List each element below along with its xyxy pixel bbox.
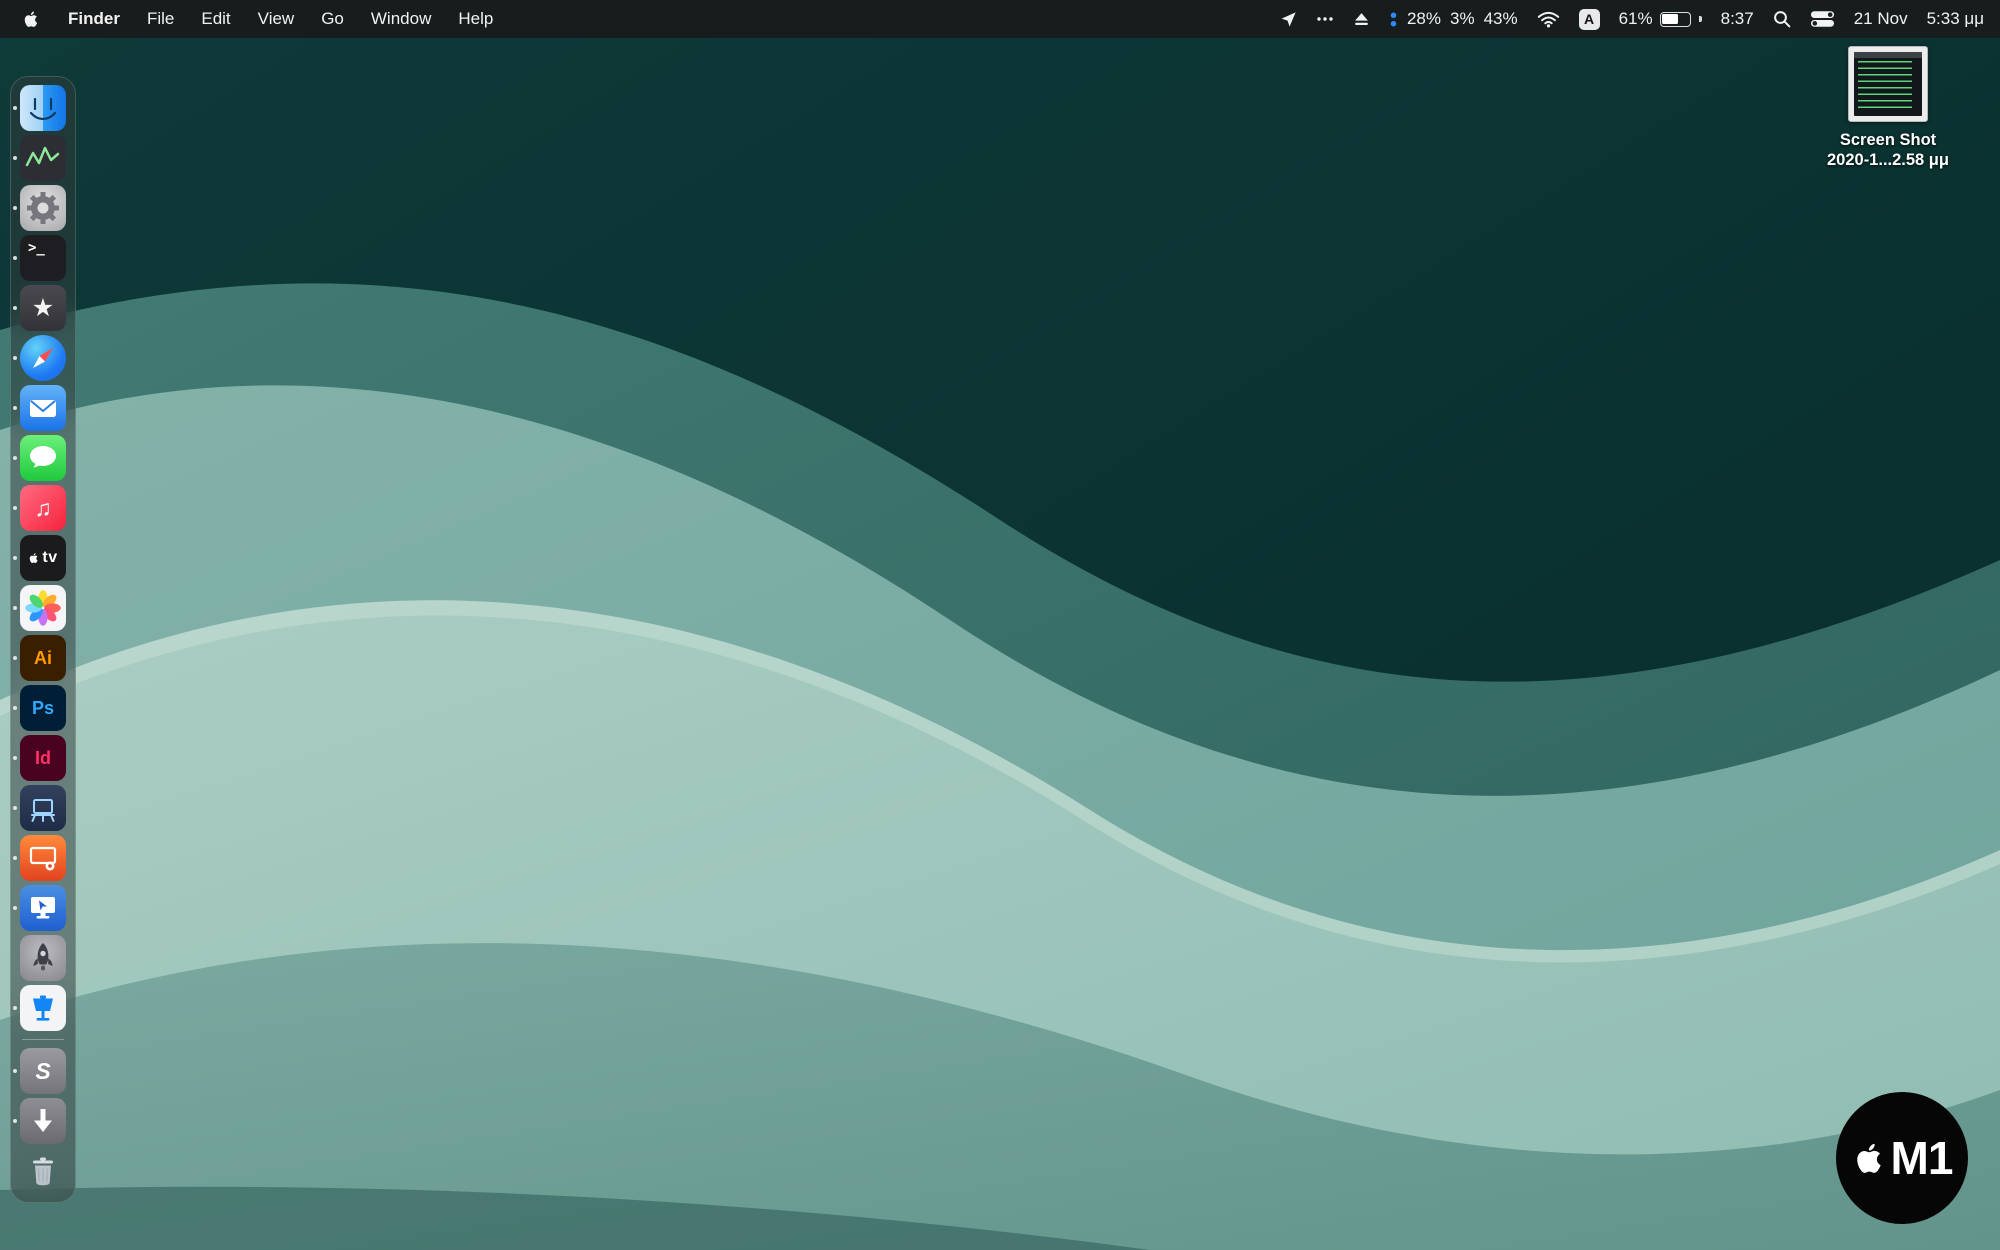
photoshop-glyph: Ps <box>32 698 54 719</box>
wifi-icon[interactable] <box>1537 10 1560 28</box>
music-note-glyph: ♫ <box>34 497 51 520</box>
finder-icon <box>20 85 66 131</box>
tv-glyph: tv <box>42 549 57 567</box>
apple-logo-badge-icon <box>1852 1137 1888 1179</box>
illustrator-icon: Ai <box>20 635 66 681</box>
apple-menu[interactable] <box>22 8 41 30</box>
dock-item-screen-recorder-app[interactable] <box>20 835 66 881</box>
menu-edit[interactable]: Edit <box>201 9 230 29</box>
screenshot-thumbnail-screen <box>1854 52 1922 116</box>
battery-icon <box>1660 12 1691 27</box>
dock-item-remote-desktop-app[interactable] <box>20 885 66 931</box>
terminal-prompt-glyph: >_ <box>28 240 45 256</box>
stats-dot-icon <box>1389 10 1398 29</box>
dock-item-launchpad[interactable] <box>20 935 66 981</box>
dock-item-mail[interactable] <box>20 385 66 431</box>
dock-separator <box>22 1039 64 1040</box>
battery-nub <box>1699 16 1702 22</box>
dock-item-activity-monitor[interactable] <box>20 135 66 181</box>
m1-wallpaper-badge: M1 <box>1836 1092 1968 1224</box>
m1-chip-text: M1 <box>1891 1131 1953 1185</box>
apple-logo-icon <box>22 8 41 30</box>
control-center-icon[interactable] <box>1810 10 1835 28</box>
dock-item-downloader-app[interactable] <box>20 1098 66 1144</box>
dock-item-blue-design-app[interactable] <box>20 785 66 831</box>
screenshot-thumbnail-text-lines <box>1858 61 1912 113</box>
dock-item-adobe-indesign[interactable]: Id <box>20 735 66 781</box>
menu-bar: Finder File Edit View Go Window Help 28%… <box>0 0 2000 38</box>
photos-flower-icon <box>20 585 66 631</box>
menu-bar-status: 28% 3% 43% A 61% 8:37 21 Nov 5:33 μμ <box>1280 9 1984 30</box>
battery-fill <box>1662 14 1678 24</box>
keynote-podium-icon <box>20 985 66 1031</box>
apple-tv-icon: tv <box>20 535 66 581</box>
activity-monitor-icon <box>20 135 66 181</box>
system-stats-menu[interactable]: 28% 3% 43% <box>1389 9 1518 29</box>
mail-envelope-icon <box>20 385 66 431</box>
desktop-file-label: Screen Shot 2020-1...2.58 μμ <box>1827 131 1949 171</box>
dock-item-music[interactable]: ♫ <box>20 485 66 531</box>
messages-bubble-icon <box>20 435 66 481</box>
desktop-file-label-line2: 2020-1...2.58 μμ <box>1827 151 1949 169</box>
battery-percent-text: 61% <box>1619 9 1653 29</box>
trash-bin-icon <box>20 1148 66 1194</box>
menu-help[interactable]: Help <box>458 9 493 29</box>
dock-item-photos[interactable] <box>20 585 66 631</box>
system-preferences-gear-icon <box>20 185 66 231</box>
cpu-stat: 28% <box>1407 9 1441 29</box>
screenshot-thumbnail <box>1848 46 1928 122</box>
blue-design-app-icon <box>20 785 66 831</box>
menu-app-name[interactable]: Finder <box>68 9 120 29</box>
overflow-status-icon[interactable] <box>1316 11 1334 27</box>
dock: >_ ★ ♫ tv <box>10 76 76 1203</box>
dock-item-s-logo-app[interactable]: S <box>20 1048 66 1094</box>
dock-item-terminal[interactable]: >_ <box>20 235 66 281</box>
dock-item-system-preferences[interactable] <box>20 185 66 231</box>
mem-stat: 43% <box>1484 9 1518 29</box>
dock-item-adobe-illustrator[interactable]: Ai <box>20 635 66 681</box>
desktop-file-label-line1: Screen Shot <box>1840 131 1936 149</box>
dock-item-messages[interactable] <box>20 435 66 481</box>
download-arrow-icon <box>20 1098 66 1144</box>
dock-item-trash[interactable] <box>20 1148 66 1194</box>
safari-compass-icon <box>20 335 66 381</box>
s-glyph: S <box>35 1058 50 1085</box>
date-text[interactable]: 21 Nov <box>1854 9 1908 29</box>
timer-text[interactable]: 8:37 <box>1721 9 1754 29</box>
star-glyph: ★ <box>32 296 54 321</box>
music-note-icon: ♫ <box>20 485 66 531</box>
dock-item-apple-tv[interactable]: tv <box>20 535 66 581</box>
eject-icon[interactable] <box>1353 11 1370 28</box>
desktop-wallpaper <box>0 0 2000 1250</box>
s-logo-app-icon: S <box>20 1048 66 1094</box>
menu-file[interactable]: File <box>147 9 174 29</box>
star-app-icon: ★ <box>20 285 66 331</box>
photoshop-icon: Ps <box>20 685 66 731</box>
illustrator-glyph: Ai <box>34 648 52 669</box>
dock-item-safari[interactable] <box>20 335 66 381</box>
screen-recorder-icon <box>20 835 66 881</box>
keyboard-input-source[interactable]: A <box>1579 9 1600 30</box>
screenshot-thumbnail-titlebar <box>1854 52 1922 58</box>
menu-go[interactable]: Go <box>321 9 344 29</box>
battery-menu[interactable]: 61% <box>1619 9 1702 29</box>
dock-item-star-app[interactable]: ★ <box>20 285 66 331</box>
menu-window[interactable]: Window <box>371 9 431 29</box>
dock-item-finder[interactable] <box>20 85 66 131</box>
desktop-file-screenshot[interactable]: Screen Shot 2020-1...2.58 μμ <box>1798 46 1978 171</box>
remote-desktop-icon <box>20 885 66 931</box>
launchpad-rocket-icon <box>20 935 66 981</box>
indesign-glyph: Id <box>35 748 51 769</box>
menu-bar-left: Finder File Edit View Go Window Help <box>22 8 493 30</box>
terminal-icon: >_ <box>20 235 66 281</box>
apple-logo-small-icon <box>28 551 40 565</box>
menu-view[interactable]: View <box>258 9 295 29</box>
dock-item-keynote[interactable] <box>20 985 66 1031</box>
time-text[interactable]: 5:33 μμ <box>1927 9 1984 29</box>
location-services-icon[interactable] <box>1280 11 1297 28</box>
gpu-stat: 3% <box>1450 9 1475 29</box>
spotlight-search-icon[interactable] <box>1773 10 1791 28</box>
indesign-icon: Id <box>20 735 66 781</box>
dock-item-adobe-photoshop[interactable]: Ps <box>20 685 66 731</box>
